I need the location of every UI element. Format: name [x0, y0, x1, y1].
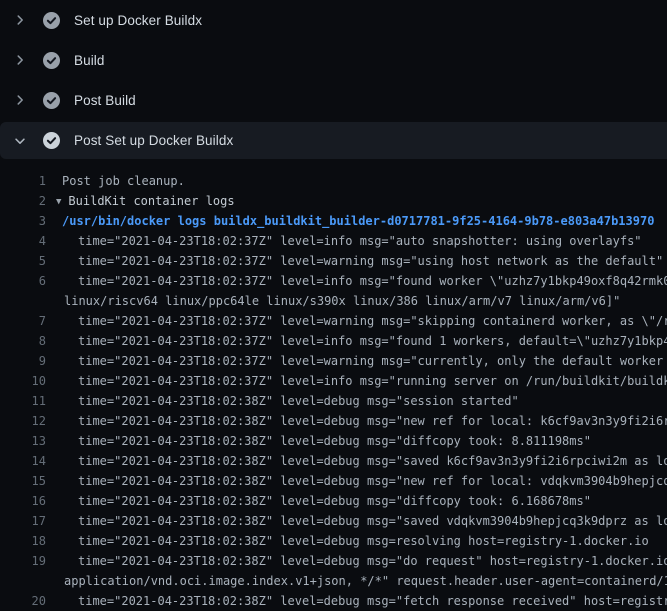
log-line-text: time="2021-04-23T18:02:38Z" level=debug … — [78, 591, 667, 611]
log-line-text: time="2021-04-23T18:02:37Z" level=info m… — [78, 271, 667, 291]
log-line-text: time="2021-04-23T18:02:37Z" level=warnin… — [78, 251, 663, 271]
log-line-text: time="2021-04-23T18:02:38Z" level=debug … — [78, 551, 667, 571]
log-line-text: ▼ BuildKit container logs — [56, 191, 235, 211]
log-line: 17 time="2021-04-23T18:02:38Z" level=debu… — [0, 511, 667, 531]
log-line-text: time="2021-04-23T18:02:37Z" level=warnin… — [78, 351, 667, 371]
log-line: 4 time="2021-04-23T18:02:37Z" level=info … — [0, 231, 667, 251]
step-label: Build — [74, 53, 105, 68]
line-number[interactable]: 15 — [0, 471, 46, 491]
log-line-text: time="2021-04-23T18:02:38Z" level=debug … — [78, 431, 591, 451]
log-group-header[interactable]: 2 ▼ BuildKit container logs — [0, 191, 667, 211]
log-line-text: application/vnd.oci.image.index.v1+json,… — [64, 571, 667, 591]
log-line-text: time="2021-04-23T18:02:37Z" level=info m… — [78, 371, 667, 391]
line-number[interactable]: 2 — [0, 191, 46, 211]
chevron-down-icon[interactable] — [12, 133, 28, 149]
log-line: 1 Post job cleanup. — [0, 171, 667, 191]
group-title: BuildKit container logs — [68, 194, 234, 208]
log-line: 6 time="2021-04-23T18:02:37Z" level=info … — [0, 271, 667, 291]
log-command-text: /usr/bin/docker logs buildx_buildkit_bui… — [62, 211, 654, 231]
line-number[interactable]: 4 — [0, 231, 46, 251]
line-number[interactable] — [0, 571, 46, 591]
step-list: Set up Docker Buildx Build Post Build Post … — [0, 0, 667, 159]
line-number[interactable]: 10 — [0, 371, 46, 391]
log-line: 12 time="2021-04-23T18:02:38Z" level=debu… — [0, 411, 667, 431]
log-line: 3/usr/bin/docker logs buildx_buildkit_bu… — [0, 211, 667, 231]
log-line: 9 time="2021-04-23T18:02:37Z" level=warni… — [0, 351, 667, 371]
step-row-post-build[interactable]: Post Build — [0, 80, 667, 120]
line-number[interactable]: 19 — [0, 551, 46, 571]
step-row-post-set-up-docker-buildx[interactable]: Post Set up Docker Buildx — [0, 122, 667, 159]
log-line: application/vnd.oci.image.index.v1+json,… — [0, 571, 667, 591]
log-line: 8 time="2021-04-23T18:02:37Z" level=info … — [0, 331, 667, 351]
step-label: Post Build — [74, 93, 136, 108]
line-number[interactable]: 12 — [0, 411, 46, 431]
chevron-right-icon[interactable] — [12, 12, 28, 28]
log-line-text: time="2021-04-23T18:02:38Z" level=debug … — [78, 411, 667, 431]
success-check-icon — [43, 132, 60, 149]
line-number[interactable]: 7 — [0, 311, 46, 331]
group-collapse-caret-icon[interactable]: ▼ — [56, 197, 61, 207]
success-check-icon — [43, 92, 60, 109]
log-line: linux/riscv64 linux/ppc64le linux/s390x … — [0, 291, 667, 311]
log-line: 16 time="2021-04-23T18:02:38Z" level=debu… — [0, 491, 667, 511]
line-number[interactable]: 13 — [0, 431, 46, 451]
line-number[interactable]: 6 — [0, 271, 46, 291]
log-line: 18 time="2021-04-23T18:02:38Z" level=debu… — [0, 531, 667, 551]
step-row-build[interactable]: Build — [0, 40, 667, 80]
log-line: 20 time="2021-04-23T18:02:38Z" level=debu… — [0, 591, 667, 611]
step-label: Set up Docker Buildx — [74, 13, 202, 28]
line-number[interactable]: 3 — [0, 211, 46, 231]
line-number[interactable]: 5 — [0, 251, 46, 271]
log-line-text: Post job cleanup. — [62, 171, 185, 191]
line-number[interactable]: 17 — [0, 511, 46, 531]
log-line: 7 time="2021-04-23T18:02:37Z" level=warni… — [0, 311, 667, 331]
line-number[interactable] — [0, 291, 46, 311]
line-number[interactable]: 16 — [0, 491, 46, 511]
line-number[interactable]: 14 — [0, 451, 46, 471]
log-line-text: time="2021-04-23T18:02:38Z" level=debug … — [78, 531, 649, 551]
log-line-text: time="2021-04-23T18:02:38Z" level=debug … — [78, 451, 667, 471]
log-body: 1 Post job cleanup. 2 ▼ BuildKit container l… — [0, 159, 667, 611]
log-line-text: time="2021-04-23T18:02:37Z" level=info m… — [78, 231, 642, 251]
line-number[interactable]: 11 — [0, 391, 46, 411]
log-line-text: time="2021-04-23T18:02:38Z" level=debug … — [78, 511, 667, 531]
line-number[interactable]: 1 — [0, 171, 46, 191]
line-number[interactable]: 20 — [0, 591, 46, 611]
log-line-text: time="2021-04-23T18:02:37Z" level=warnin… — [78, 311, 667, 331]
log-line-text: time="2021-04-23T18:02:37Z" level=info m… — [78, 331, 667, 351]
log-line-text: linux/riscv64 linux/ppc64le linux/s390x … — [64, 291, 620, 311]
chevron-right-icon[interactable] — [12, 92, 28, 108]
step-row-set-up-docker-buildx[interactable]: Set up Docker Buildx — [0, 0, 667, 40]
chevron-right-icon[interactable] — [12, 52, 28, 68]
line-number[interactable]: 8 — [0, 331, 46, 351]
log-line: 19 time="2021-04-23T18:02:38Z" level=debu… — [0, 551, 667, 571]
log-line: 14 time="2021-04-23T18:02:38Z" level=debu… — [0, 451, 667, 471]
log-line: 10 time="2021-04-23T18:02:37Z" level=info… — [0, 371, 667, 391]
success-check-icon — [43, 12, 60, 29]
success-check-icon — [43, 52, 60, 69]
log-line: 13 time="2021-04-23T18:02:38Z" level=debu… — [0, 431, 667, 451]
log-line: 5 time="2021-04-23T18:02:37Z" level=warni… — [0, 251, 667, 271]
log-line: 11 time="2021-04-23T18:02:38Z" level=debu… — [0, 391, 667, 411]
log-line: 15 time="2021-04-23T18:02:38Z" level=debu… — [0, 471, 667, 491]
log-line-text: time="2021-04-23T18:02:38Z" level=debug … — [78, 391, 519, 411]
line-number[interactable]: 9 — [0, 351, 46, 371]
actions-log-viewer: Set up Docker Buildx Build Post Build Post … — [0, 0, 667, 600]
line-number[interactable]: 18 — [0, 531, 46, 551]
log-line-text: time="2021-04-23T18:02:38Z" level=debug … — [78, 491, 591, 511]
step-label: Post Set up Docker Buildx — [74, 133, 233, 148]
log-line-text: time="2021-04-23T18:02:38Z" level=debug … — [78, 471, 667, 491]
